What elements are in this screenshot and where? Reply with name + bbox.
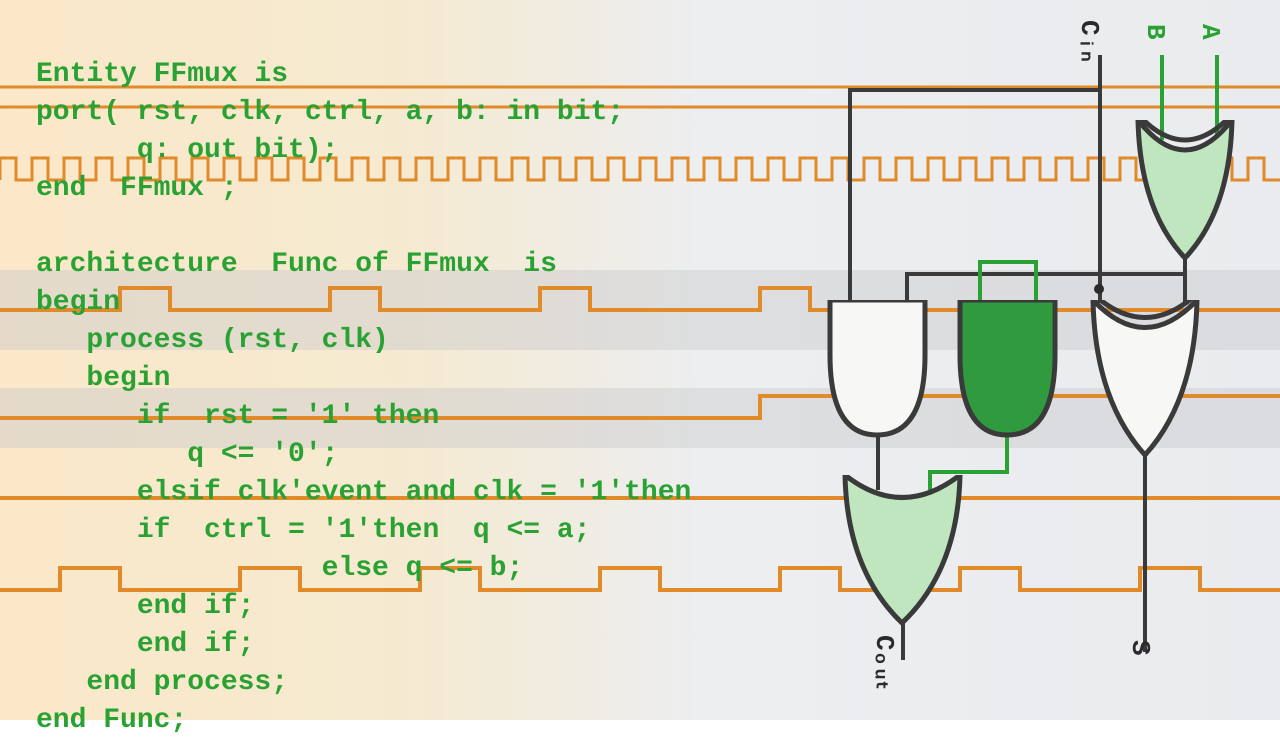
output-label-s: S [1125,640,1155,656]
input-label-b: B [1140,24,1170,40]
wire-top-horz-drop3 [1183,272,1187,302]
wire-top-horz-drop1 [905,272,909,302]
wire-ab-drop2 [1034,260,1038,302]
or-gate-bottom [840,475,965,630]
code-line: else q <= b; [36,553,523,584]
input-label-cin: Cᵢₙ [1074,20,1105,62]
xor-gate-mid [1085,300,1205,465]
code-line: end if; [36,629,254,660]
wire-cin-branch [848,88,1102,92]
wire-and-mid-horz [928,470,1009,474]
and-gate-mid [955,300,1060,445]
vhdl-code: Entity FFmux is port( rst, clk, ctrl, a,… [36,56,691,740]
code-line: if rst = '1' then [36,401,439,432]
wire-cin-down [1098,55,1102,303]
output-label-cout: Cₒᵤₜ [869,635,900,689]
code-line: end if; [36,591,254,622]
and-gate-left [825,300,930,445]
input-label-a: A [1195,24,1225,40]
code-line: end process; [36,667,288,698]
wire-top-horz [905,272,1187,276]
junction-1 [1094,284,1104,294]
code-line: elsif clk'event and clk = '1'then [36,477,691,508]
wire-ab-drop [978,260,982,302]
code-line: architecture Func of FFmux is [36,249,557,280]
code-line: begin [36,287,120,318]
code-line: port( rst, clk, ctrl, a, b: in bit; [36,97,624,128]
wire-s-out [1143,452,1147,652]
wire-cin-left-down [848,88,852,302]
code-line: end FFmux ; [36,173,238,204]
wire-ab-branch [978,260,1038,264]
xor-gate-top [1130,120,1240,265]
code-line: if ctrl = '1'then q <= a; [36,515,591,546]
code-line: process (rst, clk) [36,325,389,356]
code-line: begin [36,363,170,394]
code-line: q <= '0'; [36,439,338,470]
code-line: end Func; [36,705,187,736]
code-line: Entity FFmux is [36,59,288,90]
code-line: q: out bit); [36,135,338,166]
